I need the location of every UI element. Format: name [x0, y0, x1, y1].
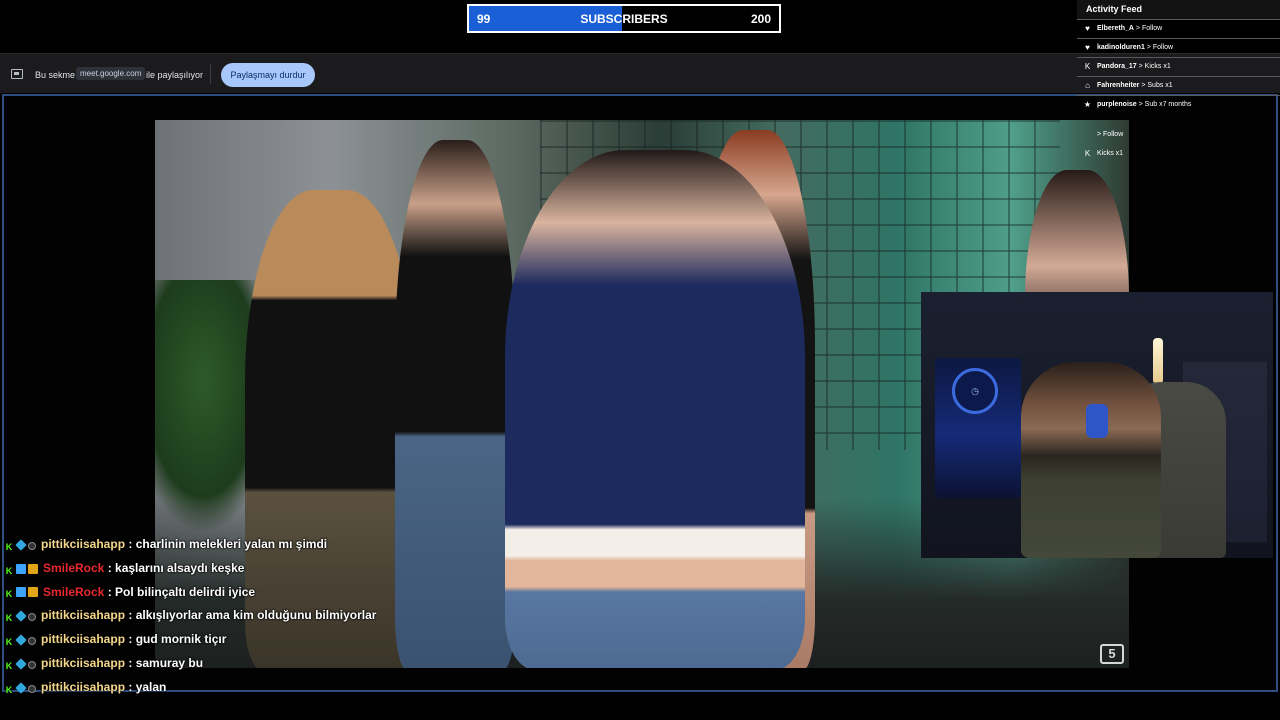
chat-username[interactable]: SmileRock [43, 585, 104, 599]
kick-badge-icon: K [5, 589, 13, 600]
chat-text: : yalan [125, 679, 167, 694]
activity-feed-item: K Kicks x1 [1077, 145, 1280, 164]
dancer-back-left [395, 140, 515, 668]
activity-feed-item: ★ purplenoise > Sub x7 months [1077, 95, 1280, 114]
subscriber-target: 200 [750, 12, 771, 26]
headset-icon [1086, 404, 1108, 438]
chat-text: : kaşlarını alsaydı keşke [104, 560, 245, 575]
activity-feed-username: Pandora_17 [1097, 63, 1137, 70]
subscriber-badge-icon [15, 610, 27, 622]
activity-feed-action: > Sub x7 months [1136, 101, 1192, 108]
activity-feed-list: ♥ Elbereth_A > Follow ♥ kadinolduren1 > Fol… [1077, 19, 1280, 164]
chat-message: K SmileRock : Pol bilinçaltı delirdi iyic… [4, 582, 384, 603]
kick-badge-icon: K [5, 565, 13, 576]
wall-clock-icon: ◷ [952, 368, 998, 414]
kick-badge-icon: K [5, 660, 13, 671]
chat-username[interactable]: pittikciisahapp [41, 608, 125, 622]
chat-username[interactable]: pittikciisahapp [41, 680, 125, 694]
subscriber-badge-icon [15, 539, 27, 551]
activity-feed-action: > Follow [1144, 44, 1174, 51]
moderator-badge-icon [16, 563, 26, 574]
chat-message: Kpittikciisahapp : yalan [4, 677, 384, 698]
chat-text: : samuray bu [125, 656, 204, 671]
activity-feed-action: > Kicks x1 [1136, 63, 1171, 70]
kick-icon: K [1084, 62, 1091, 71]
divider [210, 64, 211, 84]
channel-logo: 5 [1100, 644, 1124, 664]
stop-sharing-button[interactable]: Paylaşmayı durdur [221, 63, 315, 87]
user-badges: K [4, 582, 40, 602]
gifter-badge-icon [28, 613, 36, 622]
user-badges: K [4, 606, 38, 626]
subscriber-label: SUBSCRIBERS [580, 12, 668, 26]
crown-badge-icon [28, 563, 38, 574]
kick-badge-icon: K [5, 613, 13, 624]
chat-message: Kpittikciisahapp : samuray bu [4, 653, 384, 674]
chat-username[interactable]: pittikciisahapp [41, 632, 125, 646]
subscriber-badge-icon [15, 682, 27, 694]
sharing-post-text: ile paylaşılıyor [146, 70, 204, 80]
activity-feed-item: ⌂ Fahrenheiter > Subs x1 [1077, 76, 1280, 95]
lamp [1153, 338, 1163, 384]
activity-feed-username: kadinolduren1 [1097, 44, 1145, 51]
chat-message: Kpittikciisahapp : alkışlıyorlar ama kim… [4, 605, 384, 626]
kick-badge-icon: K [5, 541, 13, 552]
user-badges: K [4, 678, 38, 698]
user-badges: K [4, 535, 38, 555]
chat-username[interactable]: pittikciisahapp [41, 656, 125, 670]
chat-username[interactable]: SmileRock [43, 561, 104, 575]
subscriber-badge-icon [15, 658, 27, 670]
activity-feed-username: Fahrenheiter [1097, 82, 1140, 89]
chat-text: : charlinin melekleri yalan mı şimdi [125, 537, 328, 551]
screen-share-icon [11, 69, 23, 79]
activity-feed: Activity Feed ♥ Elbereth_A > Follow ♥ kadin… [1077, 0, 1280, 164]
activity-feed-action: Kicks x1 [1097, 150, 1124, 157]
heart-icon: ♥ [1085, 24, 1090, 33]
user-badges: K [4, 654, 38, 674]
gifter-badge-icon [28, 684, 36, 693]
chat-text: : gud mornik tiçır [125, 632, 227, 647]
crown-badge-icon [28, 587, 38, 598]
chat-message: Kpittikciisahapp : charlinin melekleri y… [4, 534, 384, 555]
gift-icon: ⌂ [1085, 81, 1090, 90]
activity-feed-action: > Follow [1097, 131, 1124, 138]
heart-icon: ♥ [1085, 43, 1090, 52]
chat-text: : Pol bilinçaltı delirdi iyice [104, 584, 256, 599]
chat-message: K SmileRock : kaşlarını alsaydı keşke [4, 558, 384, 579]
kick-badge-icon: K [5, 637, 13, 648]
activity-feed-item: K Pandora_17 > Kicks x1 [1077, 57, 1280, 76]
chat-message: Kpittikciisahapp : gud mornik tiçır [4, 629, 384, 650]
user-badges: K [4, 559, 40, 579]
shared-domain-chip: meet.google.com [76, 67, 146, 80]
activity-feed-username: Elbereth_A [1097, 25, 1134, 32]
sharing-pre-text: Bu sekme [35, 70, 76, 80]
chat-text: : alkışlıyorlar ama kim olduğunu bilmiyo… [125, 608, 377, 623]
activity-feed-item: > Follow [1077, 126, 1280, 145]
gifter-badge-icon [28, 660, 36, 669]
activity-feed-username: purplenoise [1097, 101, 1137, 108]
subscriber-goal-bar: 99 SUBSCRIBERS 200 [467, 4, 781, 33]
gifter-badge-icon [28, 541, 36, 550]
webcam-overlay: ◷ [921, 292, 1273, 558]
moderator-badge-icon [16, 587, 26, 598]
user-badges: K [4, 630, 38, 650]
chat-username[interactable]: pittikciisahapp [41, 537, 125, 551]
activity-feed-title: Activity Feed [1077, 0, 1280, 19]
gifter-badge-icon [28, 637, 36, 646]
activity-feed-action: > Subs x1 [1139, 82, 1173, 89]
chat-overlay: Kpittikciisahapp : charlinin melekleri y… [4, 534, 384, 701]
activity-feed-item: ♥ kadinolduren1 > Follow [1077, 38, 1280, 57]
activity-feed-item: ♥ Elbereth_A > Follow [1077, 19, 1280, 38]
streamer [1021, 362, 1161, 558]
activity-feed-action: > Follow [1133, 25, 1163, 32]
kick-icon: K [1084, 149, 1091, 158]
kick-badge-icon: K [5, 684, 13, 695]
stream-screen: 99 SUBSCRIBERS 200 Bu sekme meet.google.… [0, 0, 1280, 720]
star-icon: ★ [1083, 100, 1092, 109]
dancer-center [505, 150, 805, 668]
subscriber-badge-icon [15, 634, 27, 646]
